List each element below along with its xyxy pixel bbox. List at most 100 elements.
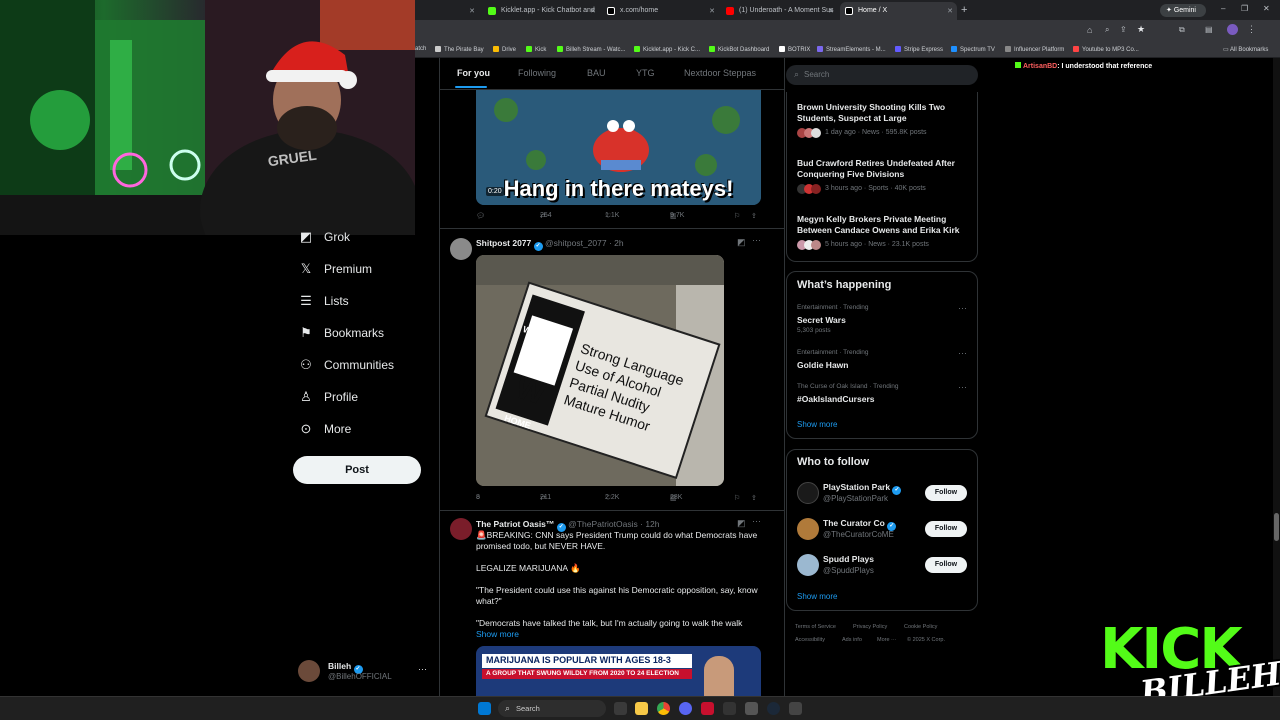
trend-more-icon[interactable]: ··· <box>958 348 967 358</box>
news-headline[interactable]: Bud Crawford Retires Undefeated After Co… <box>797 158 967 180</box>
app-icon[interactable] <box>789 702 802 715</box>
footer-link[interactable]: Accessibility <box>795 637 825 643</box>
sidepanel-icon[interactable]: ▤ <box>1205 25 1213 34</box>
tab-close-icon[interactable]: ✕ <box>590 7 596 15</box>
grok-post-icon[interactable]: ◩ <box>737 237 746 248</box>
maximize-icon[interactable]: ❐ <box>1241 4 1248 13</box>
browser-tab[interactable]: x.com/home ✕ <box>602 2 719 20</box>
app-icon[interactable] <box>745 702 758 715</box>
bookmark-item[interactable]: Stripe Express <box>895 46 943 53</box>
show-more-link[interactable]: Show more <box>797 592 837 601</box>
trend-more-icon[interactable]: ··· <box>958 303 967 313</box>
post-button[interactable]: Post <box>293 456 421 484</box>
footer-link[interactable]: Privacy Policy <box>853 624 887 630</box>
chrome-menu-icon[interactable]: ⋮ <box>1247 24 1256 35</box>
browser-tab[interactable]: Kicklet.app - Kick Chatbot and ✕ <box>483 2 600 20</box>
follow-button[interactable]: Follow <box>925 557 967 573</box>
share-post-icon[interactable]: ⇪ <box>751 212 757 220</box>
bookmark-item[interactable]: StreamElements - M... <box>817 46 886 53</box>
bookmark-post-icon[interactable]: ⚐ <box>734 212 740 220</box>
post-more-icon[interactable]: ··· <box>752 516 761 526</box>
discord-icon[interactable] <box>679 702 692 715</box>
minimize-icon[interactable]: – <box>1221 4 1225 13</box>
tab-bau[interactable]: BAU <box>587 68 606 78</box>
reply-button[interactable]: 💬︎ <box>476 212 485 220</box>
bookmark-item[interactable]: Billeh Stream - Watc... <box>557 46 625 53</box>
bookmark-item[interactable]: BOTRIX <box>779 46 810 53</box>
close-window-icon[interactable]: ✕ <box>1263 4 1270 13</box>
search-box[interactable]: ⌕ Search <box>786 65 978 85</box>
post-image-doormat[interactable]: WELCOME W HOME Strong Language Use of Al… <box>476 255 724 486</box>
bookmark-item[interactable]: atch <box>415 46 426 52</box>
account-switcher[interactable]: Billeh ✓ @BillehOFFICIAL ··· <box>298 658 433 686</box>
app-icon[interactable] <box>723 702 736 715</box>
post-image-news[interactable]: MARIJUANA IS POPULAR WITH AGES 18-3 A GR… <box>476 646 761 696</box>
bookmark-item[interactable]: Youtube to MP3 Co... <box>1073 46 1139 53</box>
show-more-link[interactable]: Show more <box>476 629 519 639</box>
avatar[interactable] <box>797 518 819 540</box>
bookmark-item[interactable]: KickBot Dashboard <box>709 46 769 53</box>
footer-link[interactable]: Terms of Service <box>795 624 836 630</box>
trend-more-icon[interactable]: ··· <box>958 382 967 392</box>
bookmark-item[interactable]: The Pirate Bay <box>435 46 484 53</box>
tab-close-icon[interactable]: ✕ <box>469 7 475 15</box>
bookmark-item[interactable]: Kicklet.app - Kick C... <box>634 46 700 53</box>
nav-item-lists[interactable]: ☰ Lists <box>298 290 349 312</box>
post-video[interactable]: Hang in there mateys! 0:20 <box>476 90 761 205</box>
bookmark-star-icon[interactable]: ★ <box>1137 24 1145 35</box>
nav-item-grok[interactable]: ◩ Grok <box>298 226 350 248</box>
show-more-link[interactable]: Show more <box>797 420 837 429</box>
all-bookmarks-button[interactable]: ▭ All Bookmarks <box>1223 46 1268 53</box>
avatar[interactable] <box>450 518 472 540</box>
tab-following[interactable]: Following <box>518 68 556 78</box>
new-tab-icon[interactable]: + <box>961 4 967 16</box>
app-icon[interactable] <box>701 702 714 715</box>
post-author[interactable]: Shitpost 2077 ✓ @shitpost_2077 · 2h <box>476 238 624 251</box>
steam-icon[interactable] <box>767 702 780 715</box>
nav-item-bookmarks[interactable]: ⚑ Bookmarks <box>298 322 384 344</box>
tab-close-icon[interactable]: ✕ <box>947 7 953 15</box>
trend-name[interactable]: Secret Wars <box>797 315 846 325</box>
tab-for-you[interactable]: For you <box>457 68 490 78</box>
footer-link[interactable]: Cookie Policy <box>904 624 937 630</box>
zoom-icon[interactable]: ⌕ <box>1105 25 1109 35</box>
bookmark-item[interactable]: Influencer Platform <box>1005 46 1064 53</box>
extensions-icon[interactable]: ⧉ <box>1179 25 1185 35</box>
file-explorer-icon[interactable] <box>635 702 648 715</box>
task-view-icon[interactable] <box>614 702 627 715</box>
tab-nextdoor-steppas[interactable]: Nextdoor Steppas <box>684 68 756 78</box>
gemini-button[interactable]: ✦ Gemini <box>1160 4 1206 17</box>
bookmark-item[interactable]: Drive <box>493 46 516 53</box>
follow-button[interactable]: Follow <box>925 485 967 501</box>
bookmark-item[interactable]: Kick <box>526 46 546 53</box>
profile-avatar-icon[interactable] <box>1227 24 1238 35</box>
avatar[interactable] <box>797 554 819 576</box>
share-post-icon[interactable]: ⇪ <box>751 494 757 502</box>
bookmark-item[interactable]: Spectrum TV <box>951 46 995 53</box>
nav-item-more[interactable]: ⊙ More <box>298 418 352 440</box>
tab-close-icon[interactable]: ✕ <box>709 7 715 15</box>
taskbar-search-box[interactable]: ⌕ Search <box>498 700 606 717</box>
nav-item-premium[interactable]: 𝕏 Premium <box>298 258 372 280</box>
home-icon[interactable]: ⌂ <box>1087 25 1092 35</box>
chrome-icon[interactable] <box>657 702 670 715</box>
browser-tab-active[interactable]: Home / X ✕ <box>840 2 957 20</box>
tab-ytg[interactable]: YTG <box>636 68 655 78</box>
grok-post-icon[interactable]: ◩ <box>737 518 746 529</box>
nav-item-communities[interactable]: ⚇ Communities <box>298 354 394 376</box>
share-icon[interactable]: ⇪ <box>1120 25 1127 34</box>
bookmark-post-icon[interactable]: ⚐ <box>734 494 740 502</box>
browser-tab[interactable]: (1) Underoath - A Moment Sus ✕ <box>721 2 838 20</box>
account-more-icon[interactable]: ··· <box>418 664 427 674</box>
windows-start-icon[interactable] <box>478 702 491 715</box>
trend-name[interactable]: #OakIslandCursers <box>797 394 874 404</box>
tab-close-icon[interactable]: ✕ <box>828 7 834 15</box>
page-scrollbar[interactable] <box>1273 58 1280 696</box>
browser-tab[interactable]: ✕ <box>415 2 481 20</box>
avatar[interactable] <box>450 238 472 260</box>
follow-button[interactable]: Follow <box>925 521 967 537</box>
news-headline[interactable]: Brown University Shooting Kills Two Stud… <box>797 102 967 124</box>
scrollbar-thumb[interactable] <box>1274 513 1279 541</box>
trend-name[interactable]: Goldie Hawn <box>797 360 848 370</box>
footer-link[interactable]: Ads info <box>842 637 862 643</box>
